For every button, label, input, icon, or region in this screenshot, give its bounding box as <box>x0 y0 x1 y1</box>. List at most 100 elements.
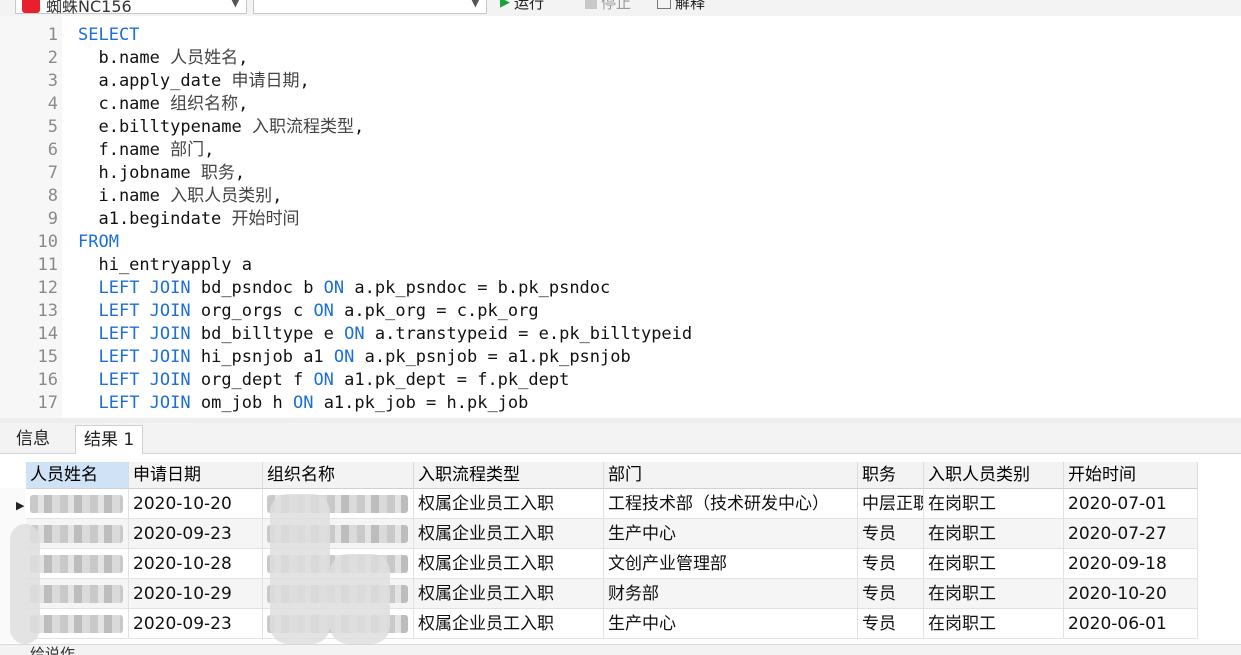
table-cell[interactable]: 2020-07-01 <box>1064 489 1198 519</box>
column-alias: 入职人员类别 <box>170 186 273 206</box>
line-number: 17 <box>37 393 58 413</box>
code-line: 5 e.billtypename 入职流程类型, <box>0 116 1241 139</box>
column-header[interactable]: 职务 <box>858 462 924 489</box>
column-header[interactable]: 部门 <box>604 462 858 489</box>
table-cell[interactable]: 2020-10-29 <box>129 579 263 609</box>
line-number: 9 <box>47 209 58 229</box>
result-tab-bar: 信息 结果 1 <box>0 423 1241 454</box>
table-cell[interactable]: 权属企业员工入职 <box>414 549 604 579</box>
table-cell[interactable]: 工程技术部（技术研发中心） <box>604 489 858 519</box>
table-cell[interactable]: 专员 <box>858 609 924 639</box>
table-row[interactable]: 2020-10-20 权属企业员工入职 工程技术部（技术研发中心） 中层正职 在岗职工 2… <box>26 489 1198 519</box>
sql-keyword: ON <box>313 370 334 390</box>
table-cell[interactable]: 权属企业员工入职 <box>414 519 604 549</box>
line-number: 14 <box>37 324 58 344</box>
current-row-arrow-icon: ▶ <box>16 499 25 512</box>
column-header[interactable]: 开始时间 <box>1064 462 1198 489</box>
tab-info[interactable]: 信息 <box>8 425 58 453</box>
sql-editor[interactable]: 1 SELECT 2 b.name 人员姓名, 3 a.apply_date 申请日期… <box>0 16 1241 418</box>
code-line: 13 LEFT JOIN org_orgs c ON a.pk_org = c.… <box>0 300 1241 323</box>
code-token: , <box>238 94 249 114</box>
line-number: 1 <box>47 25 58 45</box>
code-line: 16 LEFT JOIN org_dept f ON a1.pk_dept = … <box>0 369 1241 392</box>
table-cell[interactable]: 2020-10-20 <box>129 489 263 519</box>
connection-name: 蜘蛛NC156 <box>46 0 132 16</box>
table-cell[interactable]: 权属企业员工入职 <box>414 579 604 609</box>
line-number: 3 <box>47 71 58 91</box>
table-cell[interactable]: 2020-09-23 <box>129 519 263 549</box>
table-cell[interactable]: 2020-10-20 <box>1064 579 1198 609</box>
table-cell[interactable] <box>26 549 129 579</box>
column-header[interactable]: 入职流程类型 <box>414 462 604 489</box>
database-select[interactable]: ▼ <box>253 0 487 14</box>
column-alias: 组织名称 <box>170 94 239 114</box>
code-token: a.apply_date <box>78 71 232 91</box>
code-line: 8 i.name 入职人员类别, <box>0 185 1241 208</box>
table-row[interactable]: 2020-09-23 权属企业员工入职 生产中心 专员 在岗职工 2020-07-27 <box>26 519 1198 549</box>
tab-result-1[interactable]: 结果 1 <box>75 425 144 454</box>
code-text: a1.begindate 开始时间 <box>78 208 300 231</box>
column-header[interactable]: 人员姓名 <box>26 462 129 489</box>
table-cell[interactable]: 2020-09-23 <box>129 609 263 639</box>
chevron-down-icon: ▼ <box>230 0 240 9</box>
explain-icon <box>657 0 671 9</box>
table-cell[interactable]: 2020-07-27 <box>1064 519 1198 549</box>
code-text: SELECT <box>78 24 139 47</box>
column-header[interactable]: 入职人员类别 <box>924 462 1064 489</box>
table-cell[interactable]: 2020-09-18 <box>1064 549 1198 579</box>
code-text: i.name 入职人员类别, <box>78 185 282 208</box>
table-row[interactable]: 2020-10-28 权属企业员工入职 文创产业管理部 专员 在岗职工 2020-09-1… <box>26 549 1198 579</box>
table-cell[interactable]: 中层正职 <box>858 489 924 519</box>
table-cell[interactable]: 文创产业管理部 <box>604 549 858 579</box>
code-token: c.name <box>78 94 171 114</box>
table-cell[interactable]: 在岗职工 <box>924 609 1064 639</box>
redaction-smear <box>270 494 330 644</box>
sql-keyword: LEFT JOIN <box>98 347 191 367</box>
redacted-value <box>30 585 123 603</box>
table-cell[interactable]: 在岗职工 <box>924 549 1064 579</box>
code-line: 7 h.jobname 职务, <box>0 162 1241 185</box>
table-cell[interactable]: 在岗职工 <box>924 519 1064 549</box>
table-cell[interactable]: 2020-06-01 <box>1064 609 1198 639</box>
table-cell[interactable]: 权属企业员工入职 <box>414 609 604 639</box>
code-token: , <box>238 48 249 68</box>
table-cell[interactable]: 专员 <box>858 519 924 549</box>
table-row[interactable]: 2020-09-23 权属企业员工入职 生产中心 专员 在岗职工 2020-06-01 <box>26 609 1198 639</box>
column-alias: 开始时间 <box>231 209 300 229</box>
sql-keyword: LEFT JOIN <box>98 324 191 344</box>
sql-keyword: LEFT JOIN <box>98 393 191 413</box>
code-text: h.jobname 职务, <box>78 162 245 185</box>
code-line: 11 hi_entryapply a <box>0 254 1241 277</box>
code-text: b.name 人员姓名, <box>78 47 248 70</box>
table-cell[interactable]: 专员 <box>858 549 924 579</box>
column-header[interactable]: 组织名称 <box>263 462 414 489</box>
table-cell[interactable]: 权属企业员工入职 <box>414 489 604 519</box>
table-cell[interactable] <box>26 519 129 549</box>
explain-button[interactable]: 解释 <box>657 0 705 13</box>
table-cell[interactable]: 财务部 <box>604 579 858 609</box>
line-number: 10 <box>37 232 58 252</box>
table-cell[interactable]: 生产中心 <box>604 609 858 639</box>
table-row[interactable]: 2020-10-29 权属企业员工入职 财务部 专员 在岗职工 2020-10-20 <box>26 579 1198 609</box>
stop-button[interactable]: 停止 <box>585 0 631 13</box>
chevron-down-icon: ▼ <box>470 0 480 9</box>
table-cell[interactable] <box>26 489 129 519</box>
table-cell[interactable]: 专员 <box>858 579 924 609</box>
line-number: 8 <box>47 186 58 206</box>
table-cell[interactable]: 2020-10-28 <box>129 549 263 579</box>
table-cell[interactable]: 在岗职工 <box>924 489 1064 519</box>
table-cell[interactable] <box>26 579 129 609</box>
line-number: 13 <box>37 301 58 321</box>
connection-select[interactable]: 蜘蛛NC156 ▼ <box>15 0 247 16</box>
run-button[interactable]: ▶ 运行 <box>500 0 544 13</box>
table-cell[interactable]: 在岗职工 <box>924 579 1064 609</box>
database-connection-icon <box>22 0 40 13</box>
table-cell[interactable]: 生产中心 <box>604 519 858 549</box>
code-token: i.name <box>78 186 171 206</box>
column-header[interactable]: 申请日期 <box>129 462 263 489</box>
table-cell[interactable] <box>26 609 129 639</box>
line-number: 6 <box>47 140 58 160</box>
